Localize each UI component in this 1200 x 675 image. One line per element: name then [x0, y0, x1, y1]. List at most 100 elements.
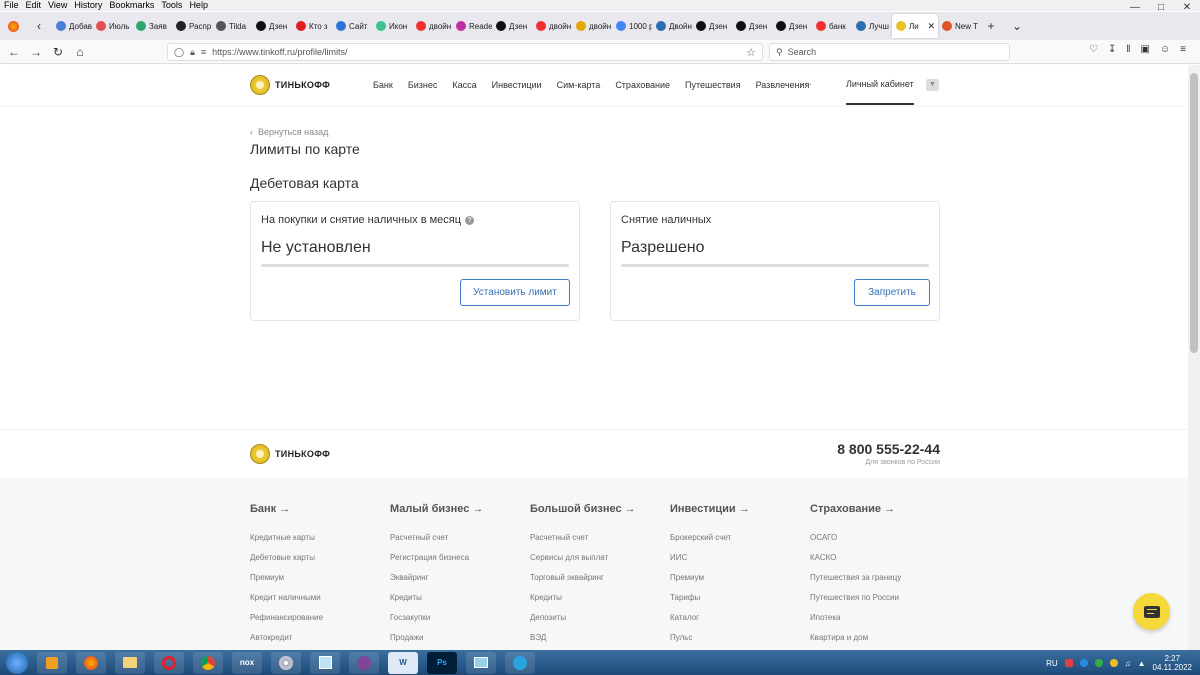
- tab-item[interactable]: Кто з: [292, 14, 332, 38]
- footer-link[interactable]: Госзакупки: [390, 613, 483, 633]
- menu-item-tools[interactable]: Tools: [161, 0, 182, 11]
- footer-link[interactable]: Тарифы: [670, 593, 750, 613]
- tab-item[interactable]: двойн: [532, 14, 572, 38]
- footer-link[interactable]: Кредиты: [390, 593, 483, 613]
- tab-item[interactable]: Reade: [452, 14, 492, 38]
- tinkoff-logo[interactable]: ТИНЬКОФФ: [250, 75, 330, 95]
- tab-item[interactable]: Добав: [52, 14, 92, 38]
- footer-link[interactable]: Рефинансирование: [250, 613, 323, 633]
- footer-link[interactable]: Премиум: [250, 573, 323, 593]
- footer-link[interactable]: Кредит наличными: [250, 593, 323, 613]
- library-icon[interactable]: ‖: [1126, 44, 1130, 55]
- footer-link[interactable]: Торговый эквайринг: [530, 573, 636, 593]
- footer-link[interactable]: Расчетный счет: [530, 533, 636, 553]
- phone-number[interactable]: 8 800 555-22-44: [837, 441, 940, 457]
- notepad-icon[interactable]: [310, 651, 340, 674]
- more-icon[interactable]: ···: [800, 79, 813, 90]
- tab-item[interactable]: Двойн: [652, 14, 692, 38]
- firefox-icon[interactable]: [0, 12, 26, 40]
- home-icon[interactable]: ⌂: [69, 45, 91, 59]
- url-text[interactable]: https://www.tinkoff.ru/profile/limits/: [212, 47, 347, 57]
- footer-link[interactable]: Путешествия по России: [810, 593, 901, 613]
- footer-link[interactable]: Расчетный счет: [390, 533, 483, 553]
- page-scrollbar[interactable]: [1188, 65, 1200, 650]
- footer-link[interactable]: Дебетовые карты: [250, 553, 323, 573]
- nav-item[interactable]: Инвестиции: [492, 80, 542, 90]
- tray-app-icon[interactable]: [1079, 659, 1088, 667]
- menu-item-bookmarks[interactable]: Bookmarks: [109, 0, 154, 11]
- media-disc-icon[interactable]: [271, 651, 301, 674]
- tab-item[interactable]: Икон: [372, 14, 412, 38]
- tab-item[interactable]: банк: [812, 14, 852, 38]
- nav-item[interactable]: Путешествия: [685, 80, 741, 90]
- tor-browser-icon[interactable]: [349, 651, 379, 674]
- tab-item[interactable]: Tilda: [212, 14, 252, 38]
- tray-app-icon[interactable]: [1109, 659, 1118, 667]
- photoshop-icon[interactable]: Ps: [427, 651, 457, 674]
- footer-column-title[interactable]: Банк →: [250, 503, 323, 515]
- nav-item[interactable]: Банк: [373, 80, 393, 90]
- tab-item[interactable]: Лучш: [852, 14, 892, 38]
- tray-app-icon[interactable]: [1094, 659, 1103, 667]
- tab-item[interactable]: Дзен: [772, 14, 812, 38]
- nav-item[interactable]: Страхование: [615, 80, 670, 90]
- footer-link[interactable]: Каталог: [670, 613, 750, 633]
- new-tab-icon[interactable]: +: [978, 12, 1004, 40]
- menu-item-history[interactable]: History: [74, 0, 102, 11]
- sidebar-icon[interactable]: ▣: [1140, 44, 1149, 55]
- menu-icon[interactable]: ≡: [1180, 44, 1186, 55]
- menu-item-view[interactable]: View: [48, 0, 67, 11]
- footer-link[interactable]: Эквайринг: [390, 573, 483, 593]
- footer-link[interactable]: Кредиты: [530, 593, 636, 613]
- media-player-icon[interactable]: [37, 651, 67, 674]
- footer-column-title[interactable]: Малый бизнес →: [390, 503, 483, 515]
- bookmark-star-icon[interactable]: ☆: [746, 46, 756, 59]
- set-limit-button[interactable]: Установить лимит: [460, 279, 570, 306]
- image-viewer-icon[interactable]: [466, 651, 496, 674]
- footer-column-title[interactable]: Инвестиции →: [670, 503, 750, 515]
- help-icon[interactable]: ?: [465, 215, 475, 225]
- telegram-icon[interactable]: [505, 651, 535, 674]
- close-tab-icon[interactable]: ✕: [927, 21, 935, 32]
- lock-icon[interactable]: 🔒︎: [190, 47, 195, 58]
- footer-column-title[interactable]: Страхование →: [810, 503, 901, 515]
- tab-item[interactable]: Июль: [92, 14, 132, 38]
- footer-link[interactable]: Премиум: [670, 573, 750, 593]
- tab-active[interactable]: Ли ✕: [892, 14, 938, 38]
- footer-link[interactable]: Регистрация бизнеса: [390, 553, 483, 573]
- tab-new-tab[interactable]: New T: [938, 14, 978, 38]
- tab-item[interactable]: двойн: [572, 14, 612, 38]
- tab-item[interactable]: Дзен: [732, 14, 772, 38]
- tab-list-icon[interactable]: ⌄: [1004, 12, 1030, 40]
- shield-icon[interactable]: ◯: [174, 47, 184, 58]
- tab-item[interactable]: Дзен: [692, 14, 732, 38]
- tab-item[interactable]: Заяв: [132, 14, 172, 38]
- network-icon[interactable]: ▲: [1138, 659, 1146, 668]
- firefox-taskbar-icon[interactable]: [76, 651, 106, 674]
- start-button-icon[interactable]: [6, 651, 28, 674]
- search-input[interactable]: ⚲ Search: [769, 43, 1010, 61]
- back-link[interactable]: ‹ Вернуться назад: [250, 127, 328, 137]
- permissions-icon[interactable]: ≡: [201, 47, 206, 57]
- menu-item-file[interactable]: File: [4, 0, 19, 11]
- scroll-tabs-left-icon[interactable]: ‹: [26, 12, 52, 40]
- footer-link[interactable]: Ипотека: [810, 613, 901, 633]
- language-indicator[interactable]: RU: [1046, 659, 1058, 668]
- footer-link[interactable]: Путешествия за границу: [810, 573, 901, 593]
- chat-button[interactable]: [1133, 593, 1170, 630]
- footer-link[interactable]: ИИС: [670, 553, 750, 573]
- tab-item[interactable]: Распр: [172, 14, 212, 38]
- tab-item[interactable]: Дзен: [492, 14, 532, 38]
- opera-icon[interactable]: [154, 651, 184, 674]
- forbid-button[interactable]: Запретить: [854, 279, 930, 306]
- volume-icon[interactable]: ♫: [1125, 659, 1131, 668]
- footer-tinkoff-logo[interactable]: ТИНЬКОФФ: [250, 444, 330, 464]
- footer-link[interactable]: Депозиты: [530, 613, 636, 633]
- reload-icon[interactable]: ↻: [47, 45, 69, 59]
- pocket-icon[interactable]: ♡: [1089, 44, 1098, 55]
- scrollbar-thumb[interactable]: [1190, 73, 1198, 353]
- file-explorer-icon[interactable]: [115, 651, 145, 674]
- chrome-icon[interactable]: [193, 651, 223, 674]
- footer-column-title[interactable]: Большой бизнес →: [530, 503, 636, 515]
- back-arrow-icon[interactable]: ←: [3, 45, 25, 59]
